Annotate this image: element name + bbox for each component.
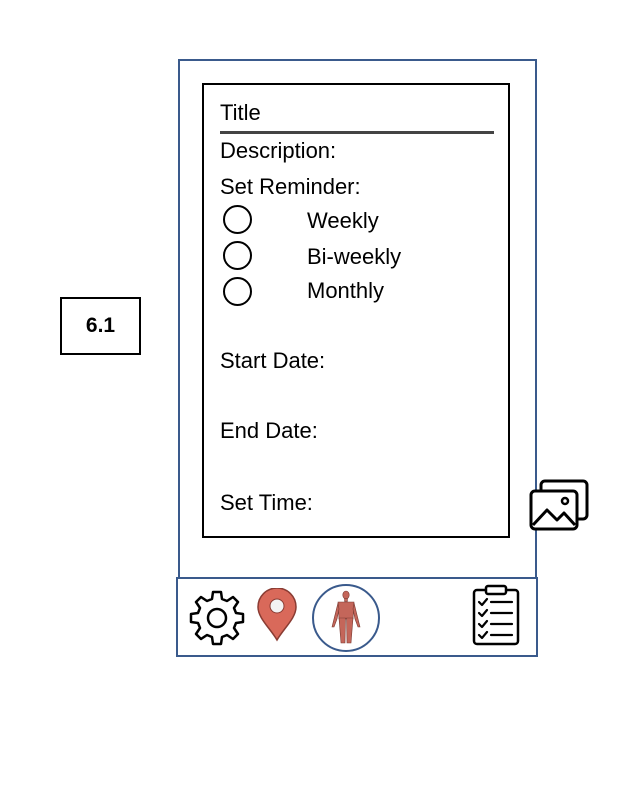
map-pin-icon[interactable] [256,588,298,642]
human-body-icon[interactable] [311,583,381,653]
screen-label: 6.1 [60,297,141,355]
clipboard-checklist-icon[interactable] [470,584,522,646]
title-field[interactable]: Title [220,102,261,124]
reminder-label: Set Reminder: [220,174,361,199]
radio-biweekly[interactable] [223,241,252,270]
option-biweekly-label: Bi-weekly [307,244,402,269]
radio-weekly[interactable] [223,205,252,234]
reminder-form: Title Description: Set Reminder: Weekly … [202,83,510,538]
image-gallery-icon[interactable] [527,478,591,536]
description-field[interactable]: Description: [220,140,336,162]
set-time-field[interactable]: Set Time: [220,492,313,514]
end-date-field[interactable]: End Date: [220,420,318,442]
option-monthly-label: Monthly [307,278,385,303]
gear-icon[interactable] [188,589,246,647]
radio-monthly[interactable] [223,277,252,306]
option-weekly-label: Weekly [307,208,379,233]
start-date-field[interactable]: Start Date: [220,350,325,372]
title-underline [220,131,494,134]
